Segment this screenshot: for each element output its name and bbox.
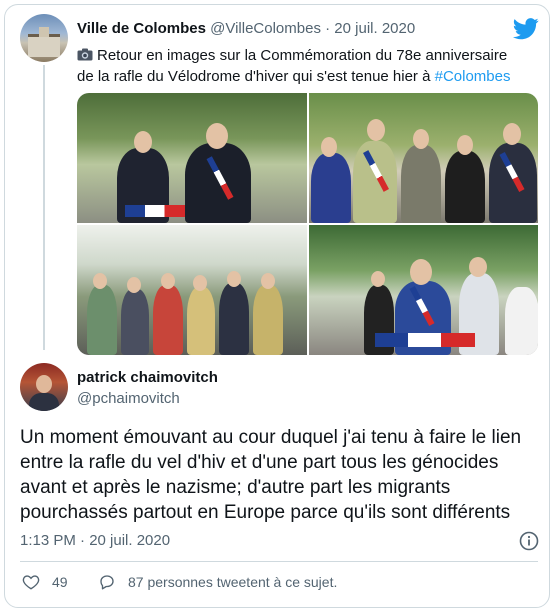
quoted-tweet-header: Ville de Colombes @VilleColombes · 20 ju…	[77, 20, 415, 37]
author-handle[interactable]: @pchaimovitch	[77, 390, 180, 407]
reply-bubble-icon	[100, 575, 114, 590]
photo-3[interactable]	[77, 225, 307, 355]
quoted-author-name[interactable]: Ville de Colombes	[77, 20, 206, 37]
embedded-tweet-card: Ville de Colombes @VilleColombes · 20 ju…	[4, 4, 550, 608]
divider	[20, 561, 538, 562]
separator-dot: ·	[325, 20, 331, 37]
like-button[interactable]: 49	[22, 573, 68, 591]
info-icon[interactable]	[519, 531, 539, 551]
thread-line	[43, 65, 45, 350]
photo-1[interactable]	[77, 93, 307, 223]
author-name[interactable]: patrick chaimovitch	[77, 369, 218, 386]
twitter-logo-icon[interactable]	[513, 18, 539, 40]
heart-icon	[22, 575, 40, 590]
quoted-tweet-text: Retour en images sur la Commémoration du…	[77, 45, 517, 87]
conversation-link[interactable]: 87 personnes tweetent à ce sujet.	[98, 573, 337, 591]
photo-2[interactable]	[309, 93, 538, 223]
quoted-tweet-date[interactable]: 20 juil. 2020	[334, 20, 415, 37]
author-avatar[interactable]	[20, 363, 68, 411]
quoted-author-avatar[interactable]	[20, 14, 68, 62]
conversation-text: 87 personnes tweetent à ce sujet.	[128, 574, 338, 590]
photo-grid	[77, 93, 538, 355]
photo-4[interactable]	[309, 225, 538, 355]
hashtag-link[interactable]: #Colombes	[435, 68, 511, 85]
tweet-timestamp[interactable]: 1:13 PM · 20 juil. 2020	[20, 532, 170, 549]
tweet-text: Un moment émouvant au cour duquel j'ai t…	[20, 427, 522, 523]
like-count: 49	[52, 574, 68, 590]
quoted-author-handle[interactable]: @VilleColombes	[210, 20, 321, 37]
camera-icon	[77, 48, 93, 61]
